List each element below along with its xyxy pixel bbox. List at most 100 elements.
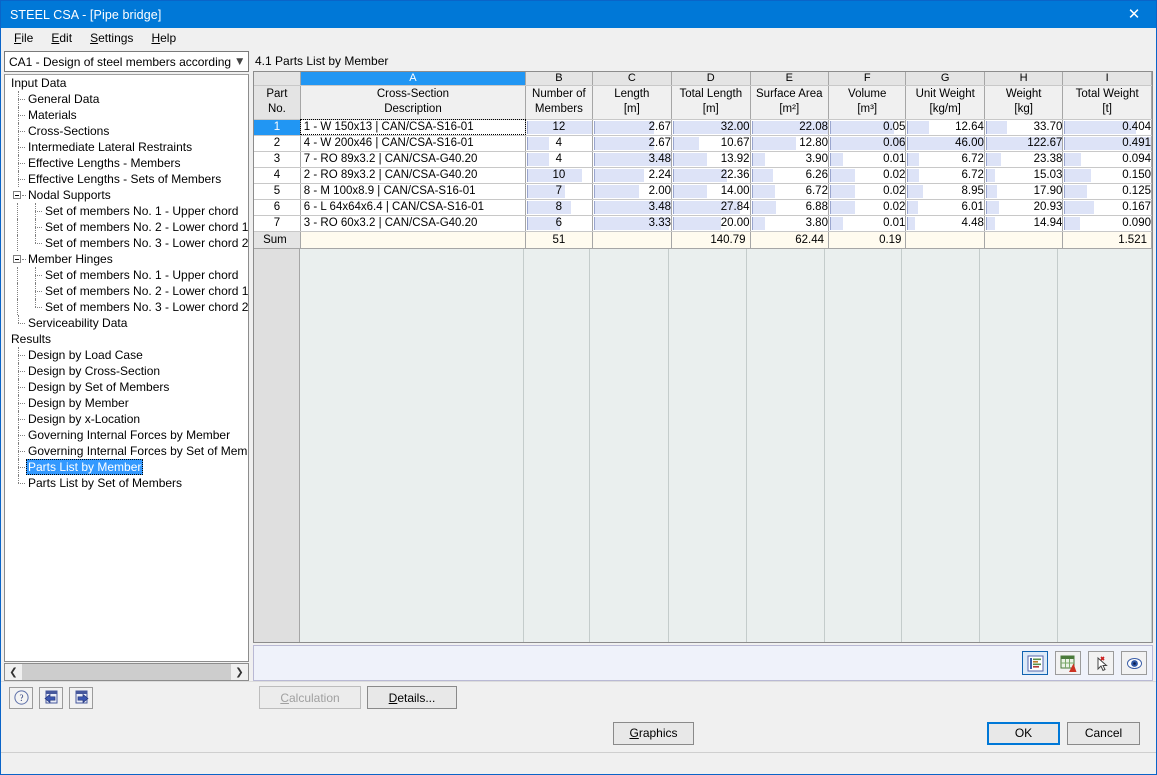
table-row[interactable]: 73 - RO 60x3.2 | CAN/CSA-G40.20 6 3.33 20.0… xyxy=(254,215,1152,232)
row-number[interactable]: 4 xyxy=(254,167,301,184)
sidebar-item-serviceability-data[interactable]: Serviceability Data xyxy=(5,315,248,331)
sidebar-item-results[interactable]: Results xyxy=(5,331,248,347)
sidebar-item-set-of-members-no-1-upper-chord[interactable]: Set of members No. 1 - Upper chord xyxy=(5,267,248,283)
menu-help[interactable]: Help xyxy=(142,29,185,48)
sidebar-item-intermediate-lateral-restraints[interactable]: Intermediate Lateral Restraints xyxy=(5,139,248,155)
table-row[interactable]: 58 - M 100x8.9 | CAN/CSA-S16-01 7 2.00 14.0… xyxy=(254,183,1152,200)
help-button[interactable]: ? xyxy=(9,686,33,709)
cell-surface-area[interactable]: 22.08 xyxy=(750,119,829,136)
tree-collapse-icon[interactable] xyxy=(13,251,26,267)
cell-volume[interactable]: 0.02 xyxy=(828,167,907,184)
cell-weight[interactable]: 122.67 xyxy=(984,135,1064,152)
menu-edit[interactable]: Edit xyxy=(42,29,81,48)
cell-cross-section-description[interactable]: 1 - W 150x13 | CAN/CSA-S16-01 xyxy=(300,119,527,136)
cell-length[interactable]: 3.33 xyxy=(592,215,673,232)
column-header-E[interactable]: E xyxy=(750,72,829,86)
cell-volume[interactable]: 0.01 xyxy=(828,215,907,232)
previous-button[interactable] xyxy=(39,686,63,709)
cell-total-weight[interactable]: 0.404 xyxy=(1062,119,1152,136)
cell-weight[interactable]: 20.93 xyxy=(984,199,1064,216)
row-number[interactable]: 3 xyxy=(254,151,301,168)
sidebar-item-member-hinges[interactable]: Member Hinges xyxy=(5,251,248,267)
row-number[interactable]: 7 xyxy=(254,215,301,232)
cell-unit-weight[interactable]: 4.48 xyxy=(905,215,985,232)
cell-members[interactable]: 10 xyxy=(525,167,593,184)
cell-cross-section-description[interactable]: 4 - W 200x46 | CAN/CSA-S16-01 xyxy=(300,135,527,152)
cell-total-weight[interactable]: 0.150 xyxy=(1062,167,1152,184)
cell-total-length[interactable]: 13.92 xyxy=(671,151,751,168)
sidebar-item-materials[interactable]: Materials xyxy=(5,107,248,123)
cell-unit-weight[interactable]: 46.00 xyxy=(905,135,985,152)
table-row[interactable]: 11 - W 150x13 | CAN/CSA-S16-01 12 2.67 32.0… xyxy=(254,119,1152,136)
cell-total-length[interactable]: 20.00 xyxy=(671,215,751,232)
table-row[interactable]: 66 - L 64x64x6.4 | CAN/CSA-S16-01 8 3.48 27… xyxy=(254,199,1152,216)
cell-total-length[interactable]: 32.00 xyxy=(671,119,751,136)
cell-length[interactable]: 2.00 xyxy=(592,183,673,200)
sidebar-item-effective-lengths-members[interactable]: Effective Lengths - Members xyxy=(5,155,248,171)
cell-total-length[interactable]: 14.00 xyxy=(671,183,751,200)
cell-surface-area[interactable]: 6.72 xyxy=(750,183,829,200)
column-header-H[interactable]: H xyxy=(984,72,1064,86)
details-button[interactable]: Details... xyxy=(367,686,457,709)
cell-total-weight[interactable]: 0.167 xyxy=(1062,199,1152,216)
row-number[interactable]: 1 xyxy=(254,119,301,136)
sidebar-item-set-of-members-no-3-lower-chord-2[interactable]: Set of members No. 3 - Lower chord 2 xyxy=(5,299,248,315)
view-mode-icon[interactable] xyxy=(1121,651,1147,675)
sidebar-item-design-by-set-of-members[interactable]: Design by Set of Members xyxy=(5,379,248,395)
cell-total-length[interactable]: 22.36 xyxy=(671,167,751,184)
cell-members[interactable]: 4 xyxy=(525,135,593,152)
column-header-B[interactable]: B xyxy=(525,72,593,86)
chevron-left-icon[interactable]: ❮ xyxy=(5,664,22,680)
chevron-down-icon[interactable]: ▼ xyxy=(231,57,248,67)
column-header-D[interactable]: D xyxy=(671,72,751,86)
cell-unit-weight[interactable]: 12.64 xyxy=(905,119,985,136)
sidebar-item-design-by-cross-section[interactable]: Design by Cross-Section xyxy=(5,363,248,379)
cell-length[interactable]: 2.24 xyxy=(592,167,673,184)
cell-members[interactable]: 12 xyxy=(525,119,593,136)
cell-volume[interactable]: 0.06 xyxy=(828,135,907,152)
cell-surface-area[interactable]: 3.80 xyxy=(750,215,829,232)
tree-collapse-icon[interactable] xyxy=(13,187,26,203)
cell-volume[interactable]: 0.01 xyxy=(828,151,907,168)
cell-members[interactable]: 8 xyxy=(525,199,593,216)
cell-weight[interactable]: 23.38 xyxy=(984,151,1064,168)
navigator-hscrollbar[interactable]: ❮ ❯ xyxy=(4,663,249,681)
cell-surface-area[interactable]: 3.90 xyxy=(750,151,829,168)
table-row[interactable]: 42 - RO 89x3.2 | CAN/CSA-G40.20 10 2.24 22.… xyxy=(254,167,1152,184)
cell-surface-area[interactable]: 6.26 xyxy=(750,167,829,184)
sidebar-item-set-of-members-no-1-upper-chord[interactable]: Set of members No. 1 - Upper chord xyxy=(5,203,248,219)
cell-volume[interactable]: 0.02 xyxy=(828,183,907,200)
cancel-button[interactable]: Cancel xyxy=(1067,721,1140,745)
column-header-I[interactable]: I xyxy=(1062,72,1152,86)
menu-file[interactable]: File xyxy=(5,29,42,48)
menu-settings[interactable]: Settings xyxy=(81,29,142,48)
select-pointer-icon[interactable] xyxy=(1088,651,1114,675)
column-header-A[interactable]: A xyxy=(300,72,527,86)
parts-list-view-icon[interactable] xyxy=(1022,651,1048,675)
cell-cross-section-description[interactable]: 8 - M 100x8.9 | CAN/CSA-S16-01 xyxy=(300,183,527,200)
cell-cross-section-description[interactable]: 7 - RO 89x3.2 | CAN/CSA-G40.20 xyxy=(300,151,527,168)
column-header-F[interactable]: F xyxy=(828,72,907,86)
sidebar-item-general-data[interactable]: General Data xyxy=(5,91,248,107)
sidebar-item-design-by-load-case[interactable]: Design by Load Case xyxy=(5,347,248,363)
sidebar-item-design-by-x-location[interactable]: Design by x-Location xyxy=(5,411,248,427)
sidebar-item-cross-sections[interactable]: Cross-Sections xyxy=(5,123,248,139)
cell-weight[interactable]: 15.03 xyxy=(984,167,1064,184)
sidebar-item-set-of-members-no-3-lower-chord-2[interactable]: Set of members No. 3 - Lower chord 2 xyxy=(5,235,248,251)
ok-button[interactable]: OK xyxy=(987,721,1060,745)
cell-members[interactable]: 6 xyxy=(525,215,593,232)
cell-total-length[interactable]: 27.84 xyxy=(671,199,751,216)
cell-total-length[interactable]: 10.67 xyxy=(671,135,751,152)
next-button[interactable] xyxy=(69,686,93,709)
sidebar-item-effective-lengths-sets-of-members[interactable]: Effective Lengths - Sets of Members xyxy=(5,171,248,187)
cell-surface-area[interactable]: 12.80 xyxy=(750,135,829,152)
cell-cross-section-description[interactable]: 6 - L 64x64x6.4 | CAN/CSA-S16-01 xyxy=(300,199,527,216)
column-header-G[interactable]: G xyxy=(905,72,985,86)
cell-unit-weight[interactable]: 6.01 xyxy=(905,199,985,216)
sidebar-item-design-by-member[interactable]: Design by Member xyxy=(5,395,248,411)
cell-volume[interactable]: 0.05 xyxy=(828,119,907,136)
row-number[interactable]: 2 xyxy=(254,135,301,152)
sidebar-item-input-data[interactable]: Input Data xyxy=(5,75,248,91)
cell-cross-section-description[interactable]: 2 - RO 89x3.2 | CAN/CSA-G40.20 xyxy=(300,167,527,184)
sidebar-item-set-of-members-no-2-lower-chord-1[interactable]: Set of members No. 2 - Lower chord 1 xyxy=(5,283,248,299)
